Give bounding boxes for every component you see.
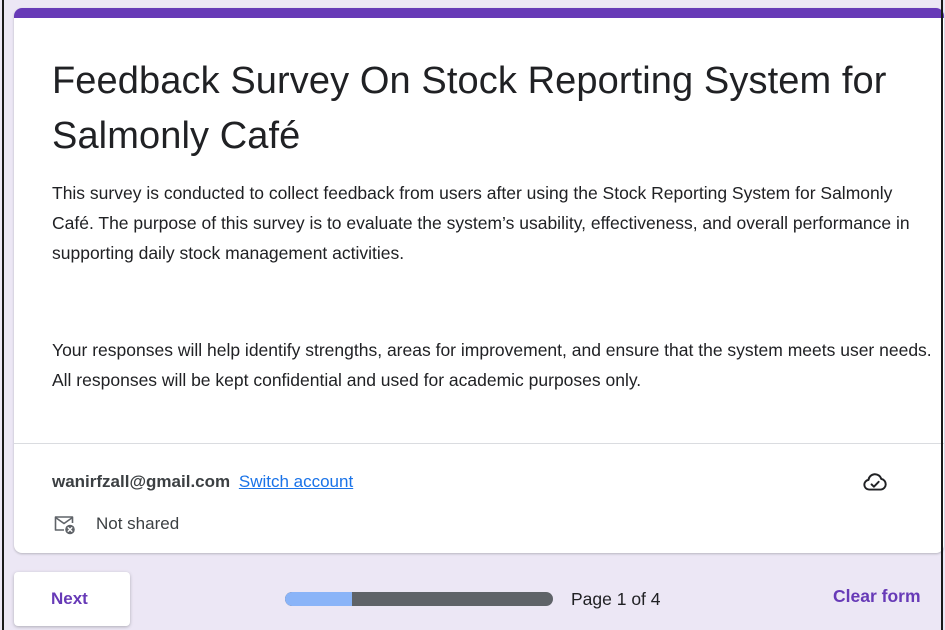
cloud-saved-icon[interactable]	[862, 469, 888, 495]
clear-form-button[interactable]: Clear form	[833, 586, 921, 607]
card-accent-bar	[14, 8, 944, 18]
form-description-paragraph-1: This survey is conducted to collect feed…	[52, 183, 910, 263]
sharing-status: Not shared	[52, 511, 179, 537]
switch-account-link[interactable]: Switch account	[239, 472, 353, 491]
account-info: wanirfzall@gmail.com Switch account	[52, 470, 353, 494]
mail-not-shared-icon	[54, 516, 75, 535]
divider	[14, 443, 944, 444]
form-header-card: Feedback Survey On Stock Reporting Syste…	[14, 8, 944, 553]
not-shared-label: Not shared	[96, 514, 180, 533]
form-description-paragraph-2: Your responses will help identify streng…	[52, 340, 932, 390]
form-title: Feedback Survey On Stock Reporting Syste…	[52, 60, 887, 157]
progress-bar-fill	[285, 592, 352, 606]
next-button[interactable]: Next	[14, 572, 130, 626]
page-indicator: Page 1 of 4	[571, 589, 661, 609]
progress-bar	[285, 592, 553, 606]
account-email: wanirfzall@gmail.com	[52, 472, 231, 491]
